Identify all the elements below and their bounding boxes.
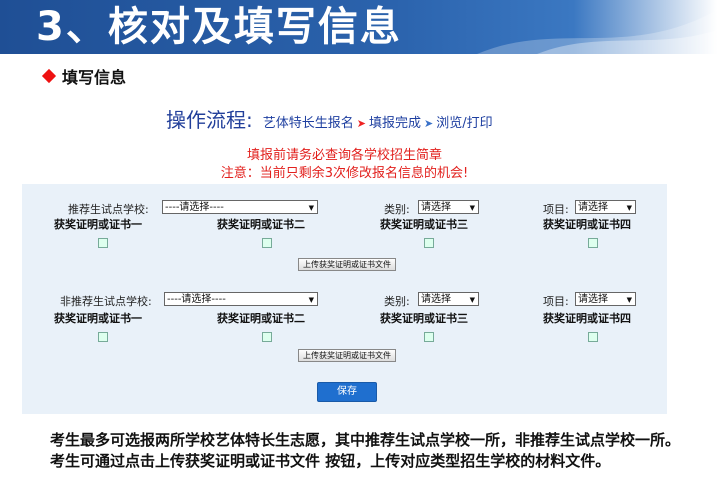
- broken-image-icon: [588, 332, 598, 342]
- diamond-bullet-icon: [41, 68, 57, 84]
- dropdown-caret-icon: ▼: [308, 296, 314, 304]
- recommended-item-label: 项目:: [543, 203, 569, 216]
- broken-image-icon: [262, 238, 272, 248]
- non-recommended-upload-button[interactable]: 上传获奖证明或证书文件: [298, 349, 396, 362]
- flow-heading: 操作流程:: [166, 108, 253, 132]
- process-flow: 操作流程: 艺体特长生报名 ➤ 填报完成 ➤ 浏览/打印: [166, 104, 493, 133]
- broken-image-icon: [98, 238, 108, 248]
- non-recommended-category-label: 类别:: [384, 295, 410, 308]
- non-recommended-school-select[interactable]: ----请选择---- ▼: [164, 292, 318, 306]
- cert-header: 获奖证明或证书四: [543, 312, 631, 325]
- cert-header: 获奖证明或证书二: [217, 312, 305, 325]
- section-label-text: 填写信息: [62, 68, 127, 87]
- recommended-category-select[interactable]: 请选择 ▼: [418, 200, 479, 214]
- non-recommended-cert-images: [22, 332, 667, 342]
- cert-header: 获奖证明或证书二: [217, 218, 305, 231]
- cert-header: 获奖证明或证书四: [543, 218, 631, 231]
- non-recommended-category-select[interactable]: 请选择 ▼: [418, 292, 479, 306]
- dropdown-caret-icon: ▼: [626, 204, 632, 212]
- non-recommended-school-label: 非推荐生试点学校:: [60, 295, 152, 308]
- broken-image-icon: [424, 238, 434, 248]
- panel-header: 操作流程: 艺体特长生报名 ➤ 填报完成 ➤ 浏览/打印 填报前请务必查询各学校…: [22, 92, 667, 184]
- recommended-school-select[interactable]: ----请选择---- ▼: [162, 200, 318, 214]
- arrow-right-icon: ➤: [424, 117, 434, 130]
- flow-step-print[interactable]: 浏览/打印: [436, 112, 492, 131]
- cert-header: 获奖证明或证书三: [380, 218, 468, 231]
- dropdown-caret-icon: ▼: [308, 204, 314, 212]
- notice-line-1: 填报前请务必查询各学校招生简章: [246, 148, 442, 163]
- recommended-cert-images: [22, 238, 667, 248]
- recommended-school-label: 推荐生试点学校:: [68, 203, 149, 216]
- non-recommended-item-select[interactable]: 请选择 ▼: [575, 292, 636, 306]
- cert-header: 获奖证明或证书三: [380, 312, 468, 325]
- broken-image-icon: [262, 332, 272, 342]
- form-panel: 操作流程: 艺体特长生报名 ➤ 填报完成 ➤ 浏览/打印 填报前请务必查询各学校…: [22, 92, 667, 414]
- recommended-cert-headers: 获奖证明或证书一 获奖证明或证书二 获奖证明或证书三 获奖证明或证书四: [22, 216, 667, 231]
- dropdown-caret-icon: ▼: [469, 204, 475, 212]
- broken-image-icon: [424, 332, 434, 342]
- dropdown-caret-icon: ▼: [469, 296, 475, 304]
- save-button[interactable]: 保存: [317, 382, 377, 402]
- page-title: 3、核对及填写信息: [36, 4, 402, 50]
- flow-step-complete[interactable]: 填报完成: [369, 112, 421, 131]
- broken-image-icon: [98, 332, 108, 342]
- notice-line-2: 注意：当前只剩余3次修改报名信息的机会!: [220, 166, 469, 181]
- section-label: 填写信息: [41, 64, 127, 88]
- non-recommended-cert-headers: 获奖证明或证书一 获奖证明或证书二 获奖证明或证书三 获奖证明或证书四: [22, 310, 667, 325]
- non-recommended-item-label: 项目:: [543, 295, 569, 308]
- non-recommended-school-row: 非推荐生试点学校: ----请选择---- ▼ 类别: 请选择 ▼ 项目: 请选择 ▼: [22, 292, 667, 310]
- cert-header: 获奖证明或证书一: [54, 312, 142, 325]
- broken-image-icon: [588, 238, 598, 248]
- dropdown-caret-icon: ▼: [626, 296, 632, 304]
- cert-header: 获奖证明或证书一: [54, 218, 142, 231]
- wave-decoration: [477, 10, 717, 54]
- recommended-category-label: 类别:: [384, 203, 410, 216]
- header-banner: 3、核对及填写信息: [0, 0, 717, 54]
- recommended-item-select[interactable]: 请选择 ▼: [575, 200, 636, 214]
- arrow-right-icon: ➤: [356, 117, 366, 130]
- description-text: 考生最多可选报两所学校艺体特长生志愿，其中推荐生试点学校一所，非推荐生试点学校一…: [50, 431, 681, 470]
- recommended-upload-button[interactable]: 上传获奖证明或证书文件: [298, 258, 396, 271]
- flow-step-register[interactable]: 艺体特长生报名: [263, 112, 354, 131]
